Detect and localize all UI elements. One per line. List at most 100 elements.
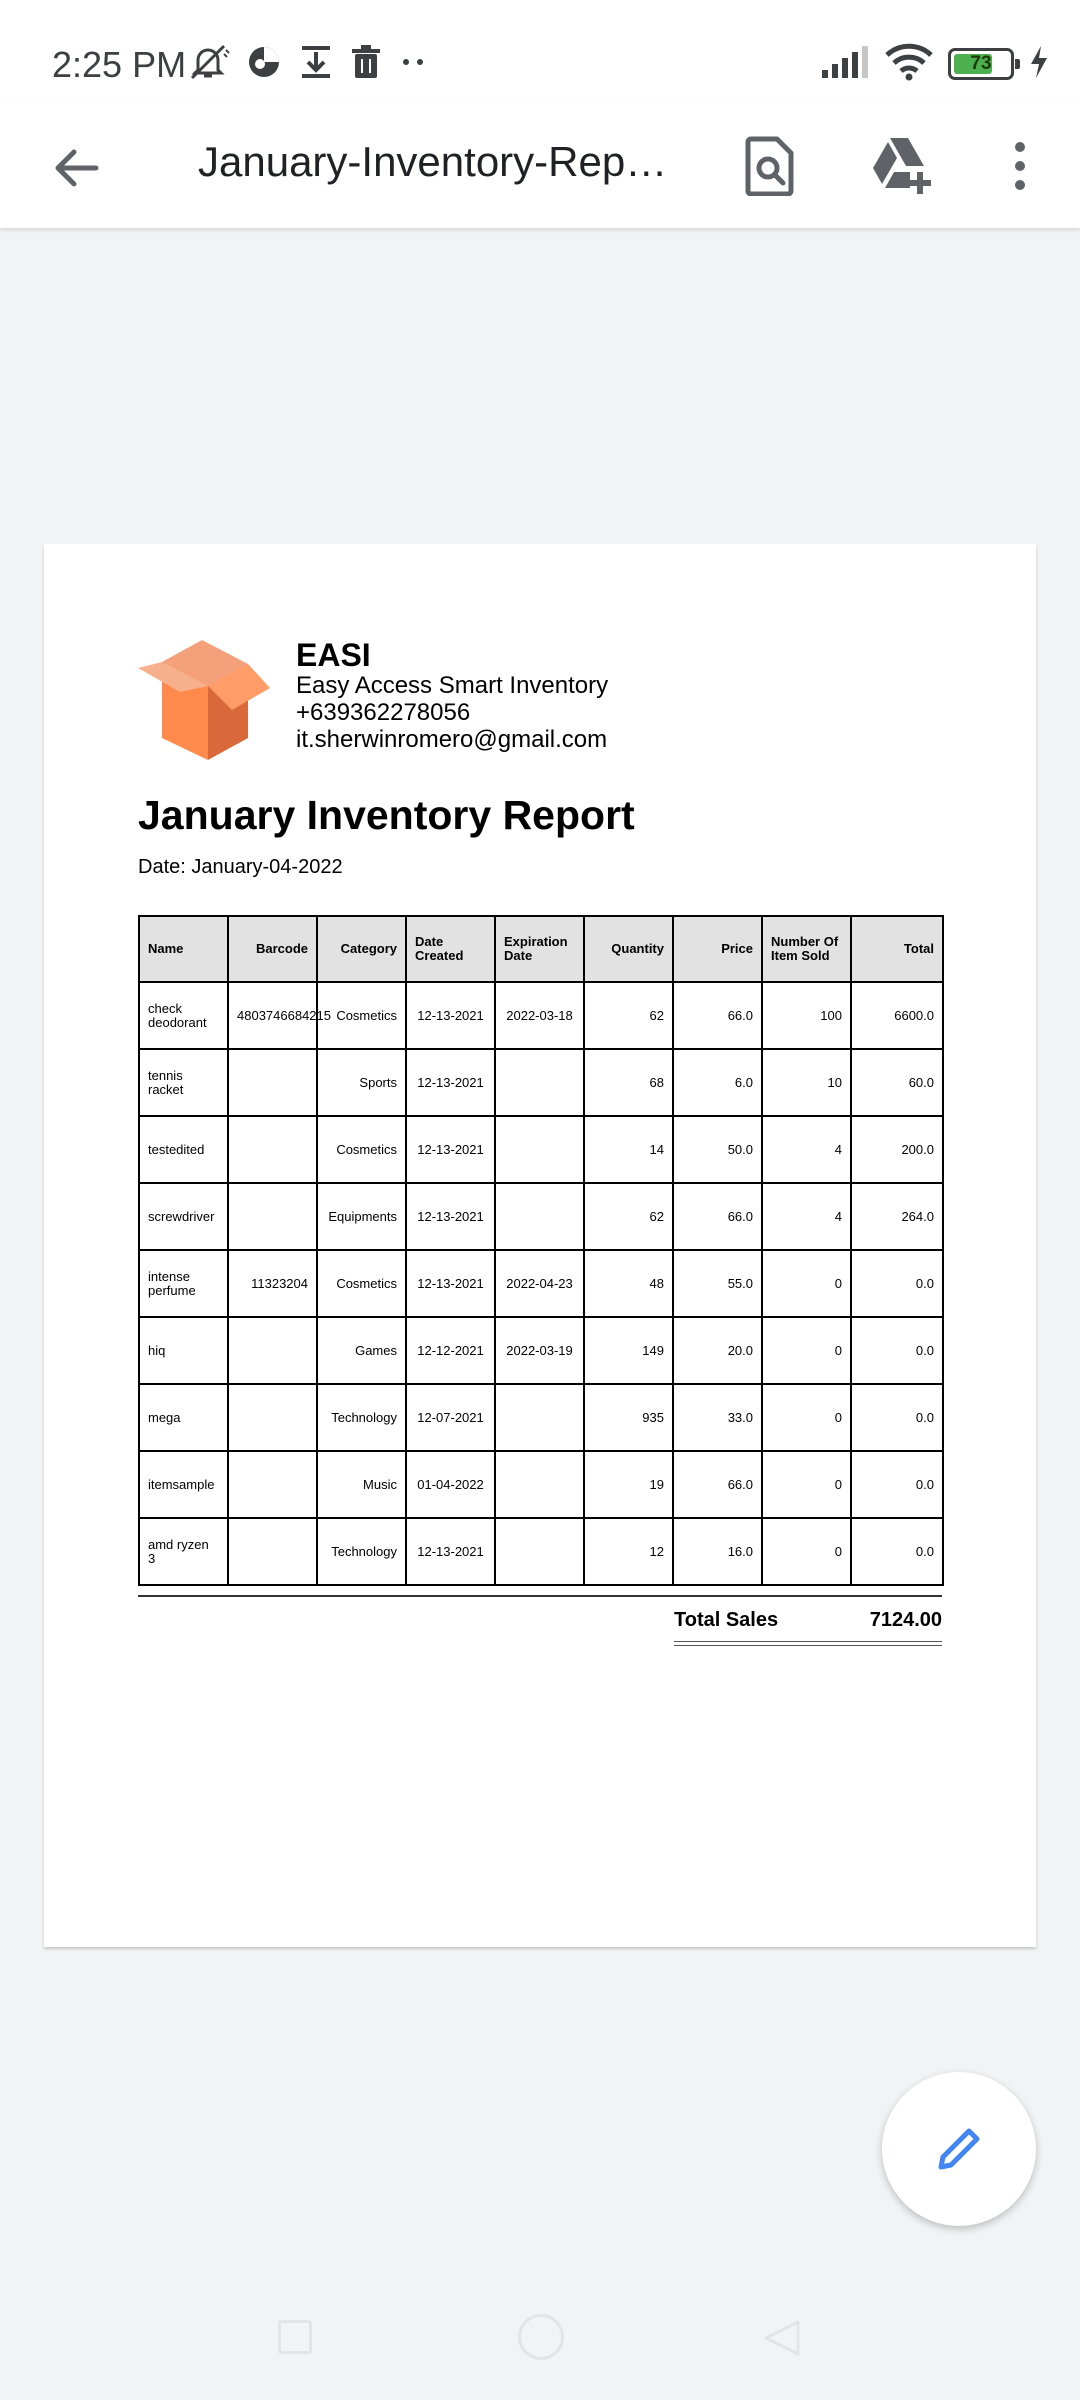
data-saver-icon bbox=[246, 44, 282, 85]
table-cell: screwdriver bbox=[138, 1182, 229, 1251]
company-name: EASI bbox=[296, 637, 371, 673]
status-time: 2:25 PM bbox=[52, 44, 187, 85]
table-cell: 149 bbox=[583, 1316, 674, 1385]
table-cell: 0.0 bbox=[850, 1383, 944, 1452]
table-cell: intense perfume bbox=[138, 1249, 229, 1318]
table-cell bbox=[494, 1182, 585, 1251]
table-cell: 62 bbox=[583, 1182, 674, 1251]
charging-icon bbox=[1028, 44, 1050, 85]
wifi-icon bbox=[884, 43, 934, 86]
total-sales-value: 7124.00 bbox=[869, 1609, 942, 1631]
table-cell: 0 bbox=[761, 1249, 852, 1318]
table-cell: 0.0 bbox=[850, 1450, 944, 1519]
table-cell: 19 bbox=[583, 1450, 674, 1519]
table-cell: 0.0 bbox=[850, 1517, 944, 1586]
table-cell: Games bbox=[316, 1316, 407, 1385]
table-row: hiq Games 12-12-2021 2022-03-19 149 20.0 0 0.0 bbox=[138, 1316, 944, 1385]
report-title: January Inventory Report bbox=[138, 792, 635, 838]
table-cell: 12-13-2021 bbox=[405, 1517, 496, 1586]
table-row: tennis racket Sports 12-13-2021 68 6.0 10 60.0 bbox=[138, 1048, 944, 1117]
recents-button[interactable] bbox=[278, 2320, 312, 2354]
download-icon bbox=[298, 44, 334, 85]
table-cell: 4803746684215 bbox=[227, 981, 331, 1050]
table-cell: Music bbox=[316, 1450, 407, 1519]
home-button[interactable] bbox=[518, 2314, 564, 2360]
table-cell: 12-13-2021 bbox=[405, 981, 496, 1050]
table-cell bbox=[227, 1048, 318, 1117]
notifications-muted-icon bbox=[186, 42, 230, 87]
find-in-page-button[interactable] bbox=[734, 130, 806, 202]
table-cell: 12-13-2021 bbox=[405, 1048, 496, 1117]
table-cell bbox=[227, 1383, 318, 1452]
table-cell: 0 bbox=[761, 1517, 852, 1586]
table-cell bbox=[494, 1048, 585, 1117]
column-header: Name bbox=[138, 915, 229, 983]
table-row: itemsample Music 01-04-2022 19 66.0 0 0.0 bbox=[138, 1450, 944, 1519]
table-cell: 6600.0 bbox=[850, 981, 944, 1050]
table-cell: 12-12-2021 bbox=[405, 1316, 496, 1385]
table-cell: 14 bbox=[583, 1115, 674, 1184]
table-cell: 68 bbox=[583, 1048, 674, 1117]
table-cell: 20.0 bbox=[672, 1316, 763, 1385]
column-header: Price bbox=[672, 915, 763, 983]
table-cell: amd ryzen 3 bbox=[138, 1517, 229, 1586]
document-title: January-Inventory-Report.pdf bbox=[198, 138, 678, 185]
column-header: Date Created bbox=[405, 915, 496, 983]
table-cell: 100 bbox=[761, 981, 852, 1050]
table-cell: Technology bbox=[316, 1383, 407, 1452]
edit-pencil-icon bbox=[938, 2128, 980, 2170]
table-cell: 11323204 bbox=[227, 1249, 318, 1318]
table-cell: 12-07-2021 bbox=[405, 1383, 496, 1452]
table-cell bbox=[494, 1383, 585, 1452]
find-in-page-icon bbox=[745, 136, 794, 196]
table-cell bbox=[494, 1115, 585, 1184]
table-cell: 0.0 bbox=[850, 1316, 944, 1385]
table-cell: 0 bbox=[761, 1383, 852, 1452]
table-cell: Cosmetics bbox=[316, 1249, 407, 1318]
table-cell: 12 bbox=[583, 1517, 674, 1586]
inventory-table: Name Barcode Category Date Created Expir… bbox=[138, 915, 944, 1586]
total-divider bbox=[138, 1595, 942, 1597]
table-cell: 48 bbox=[583, 1249, 674, 1318]
back-nav-button[interactable] bbox=[762, 2318, 802, 2358]
table-row: intense perfume 11323204 Cosmetics 12-13-20… bbox=[138, 1249, 944, 1318]
pdf-page[interactable]: EASI Easy Access Smart Inventory +639362… bbox=[44, 544, 1036, 1947]
table-cell bbox=[494, 1450, 585, 1519]
table-cell: 0.0 bbox=[850, 1249, 944, 1318]
table-cell: check deodorant bbox=[138, 981, 229, 1050]
total-double-underline bbox=[674, 1641, 942, 1646]
table-cell bbox=[227, 1182, 318, 1251]
table-cell: 60.0 bbox=[850, 1048, 944, 1117]
table-cell bbox=[494, 1517, 585, 1586]
table-cell: 6.0 bbox=[672, 1048, 763, 1117]
table-cell: 2022-03-18 bbox=[494, 981, 585, 1050]
table-cell: 66.0 bbox=[672, 1450, 763, 1519]
column-header: Barcode bbox=[227, 915, 318, 983]
table-cell: Technology bbox=[316, 1517, 407, 1586]
table-row: testedited Cosmetics 12-13-2021 14 50.0 4 200.… bbox=[138, 1115, 944, 1184]
table-cell: 66.0 bbox=[672, 981, 763, 1050]
status-icons-left bbox=[186, 44, 428, 84]
drive-add-icon bbox=[873, 138, 931, 194]
more-options-button[interactable] bbox=[1000, 130, 1040, 202]
table-cell: hiq bbox=[138, 1316, 229, 1385]
edit-fab-button[interactable] bbox=[882, 2072, 1036, 2226]
table-row: check deodorant 4803746684215 Cosmetics 12-… bbox=[138, 981, 944, 1050]
more-dots-icon bbox=[398, 44, 428, 85]
signal-icon bbox=[820, 44, 870, 85]
table-cell: 2022-03-19 bbox=[494, 1316, 585, 1385]
table-cell: 10 bbox=[761, 1048, 852, 1117]
table-cell: Cosmetics bbox=[316, 1115, 407, 1184]
report-date: Date: January-04-2022 bbox=[138, 856, 343, 878]
table-cell: tennis racket bbox=[138, 1048, 229, 1117]
add-to-drive-button[interactable] bbox=[866, 130, 938, 202]
table-cell: 12-13-2021 bbox=[405, 1115, 496, 1184]
table-cell: testedited bbox=[138, 1115, 229, 1184]
back-button[interactable] bbox=[40, 132, 112, 204]
table-cell: 4 bbox=[761, 1115, 852, 1184]
table-row: amd ryzen 3 Technology 12-13-2021 12 16.0 0 0.… bbox=[138, 1517, 944, 1586]
total-sales-label: Total Sales bbox=[674, 1609, 779, 1631]
table-cell: 33.0 bbox=[672, 1383, 763, 1452]
box-logo-icon bbox=[138, 640, 270, 760]
column-header: Category bbox=[316, 915, 407, 983]
